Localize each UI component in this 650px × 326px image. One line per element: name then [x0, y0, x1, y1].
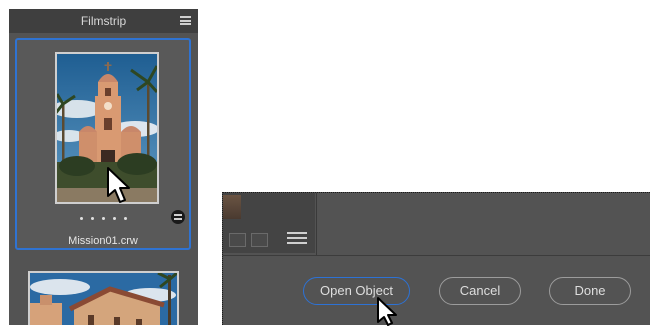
- thumbnail-filename: Mission01.crw: [68, 235, 138, 247]
- filter-back-icon[interactable]: [251, 233, 268, 247]
- filmstrip-item[interactable]: [28, 271, 179, 325]
- mouse-pointer-icon: [377, 297, 397, 326]
- cancel-button[interactable]: Cancel: [439, 277, 521, 305]
- filter-person-icon[interactable]: [229, 233, 246, 247]
- thumbnail-strip: [223, 193, 315, 253]
- filmstrip-item-selected[interactable]: Mission01.crw: [15, 38, 191, 250]
- hamburger-menu-icon[interactable]: [180, 16, 191, 25]
- adjustments-badge-icon: [171, 210, 185, 224]
- filmstrip-panel: Filmstrip Mission01.crw: [9, 9, 198, 325]
- rating-dots[interactable]: [17, 210, 189, 221]
- sliders-icon[interactable]: [287, 232, 307, 248]
- strip-thumbnail[interactable]: [223, 195, 241, 219]
- filmstrip-title: Filmstrip: [80, 14, 127, 28]
- strip-divider: [316, 193, 317, 255]
- mission-photo-thumbnail-2: [30, 273, 177, 325]
- footer-divider: [223, 255, 650, 256]
- camera-raw-dialog-footer: Open Object Cancel Done: [222, 192, 650, 325]
- filmstrip-header: Filmstrip: [9, 9, 198, 33]
- mouse-pointer-icon: [107, 167, 130, 203]
- done-button[interactable]: Done: [549, 277, 631, 305]
